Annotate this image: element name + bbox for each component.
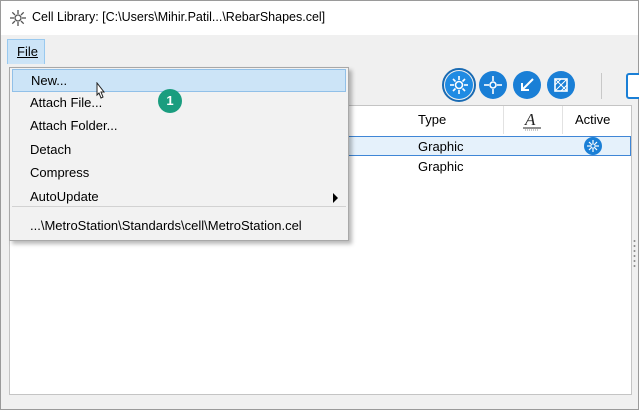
column-header-active[interactable]: Active bbox=[563, 106, 631, 134]
font-column-icon[interactable]: A bbox=[504, 106, 562, 134]
menu-item-compress[interactable]: Compress bbox=[12, 162, 346, 185]
title-bar: Cell Library: [C:\Users\Mihir.Patil...\R… bbox=[1, 1, 638, 35]
cell-library-window: Cell Library: [C:\Users\Mihir.Patil...\R… bbox=[0, 0, 639, 410]
submenu-arrow-icon bbox=[333, 193, 338, 203]
window-title: Cell Library: [C:\Users\Mihir.Patil...\R… bbox=[32, 10, 326, 24]
resize-grip-icon[interactable] bbox=[633, 239, 636, 269]
cell-origin-icon[interactable] bbox=[479, 71, 507, 99]
file-menu-button[interactable]: File bbox=[7, 39, 45, 64]
toolbar-separator bbox=[601, 73, 602, 99]
cell-library-icon bbox=[10, 10, 26, 26]
cell-type: Graphic bbox=[418, 139, 464, 154]
cell-placement-icon[interactable] bbox=[442, 68, 476, 102]
active-cell-icon bbox=[584, 137, 602, 155]
menu-bar: File bbox=[1, 35, 638, 65]
mouse-cursor-icon bbox=[96, 82, 106, 99]
menu-item-recent-file[interactable]: ...\MetroStation\Standards\cell\MetroSta… bbox=[12, 215, 346, 238]
menu-item-new[interactable]: New... bbox=[12, 69, 346, 92]
window-layout-icon[interactable] bbox=[626, 73, 639, 99]
cell-type: Graphic bbox=[418, 159, 464, 174]
cell-pattern-icon[interactable] bbox=[547, 71, 575, 99]
column-header-type[interactable]: Type bbox=[413, 106, 503, 134]
menu-item-attach-folder[interactable]: Attach Folder... bbox=[12, 115, 346, 138]
cell-point-icon[interactable] bbox=[513, 71, 541, 99]
menu-separator bbox=[12, 206, 346, 207]
file-menu-label: File bbox=[17, 44, 38, 59]
svg-text:A: A bbox=[524, 110, 536, 129]
menu-item-detach[interactable]: Detach bbox=[12, 139, 346, 162]
step-callout-badge: 1 bbox=[158, 89, 182, 113]
